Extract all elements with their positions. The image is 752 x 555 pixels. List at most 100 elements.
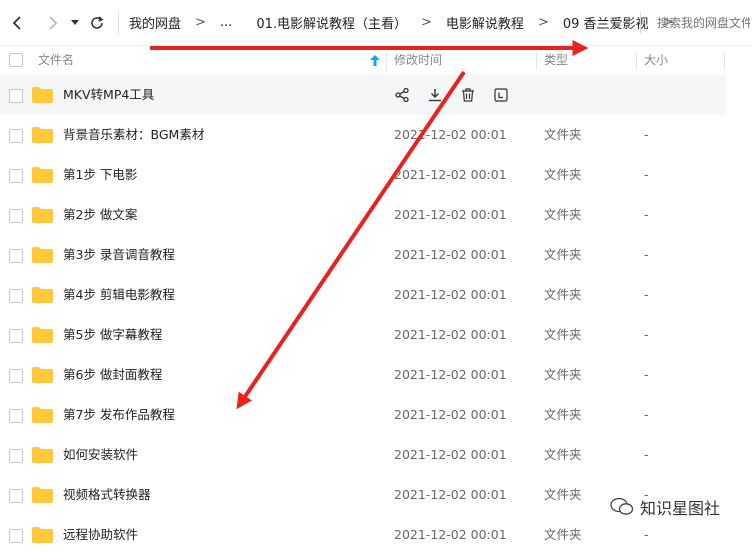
file-type: 文件夹 <box>544 447 582 462</box>
breadcrumb-separator: > <box>195 15 206 30</box>
file-row[interactable]: 第7步 发布作品教程 2021-12-02 00:01 文件夹 - <box>0 395 752 435</box>
file-row[interactable]: 第6步 做封面教程 2021-12-02 00:01 文件夹 - <box>0 355 752 395</box>
file-name[interactable]: 第2步 做文案 <box>63 195 137 235</box>
file-type: 文件夹 <box>544 327 582 342</box>
file-modified-date: 2021-12-02 00:01 <box>394 487 507 502</box>
chevron-left-icon <box>12 15 21 30</box>
file-modified-date: 2021-12-02 00:01 <box>394 127 507 142</box>
file-type: 文件夹 <box>544 167 582 182</box>
file-row[interactable]: 第2步 做文案 2021-12-02 00:01 文件夹 - <box>0 195 752 235</box>
file-size: - <box>644 167 649 182</box>
file-name[interactable]: 如何安装软件 <box>63 435 138 475</box>
share-button[interactable] <box>392 85 412 105</box>
file-row[interactable]: 第5步 做字幕教程 2021-12-02 00:01 文件夹 - <box>0 315 752 355</box>
file-name[interactable]: 第7步 发布作品教程 <box>63 395 175 435</box>
row-checkbox[interactable] <box>9 129 23 143</box>
file-type: 文件夹 <box>544 367 582 382</box>
row-checkbox[interactable] <box>9 249 23 263</box>
column-header-size[interactable]: 大小 <box>644 46 668 74</box>
trash-icon <box>462 88 474 102</box>
file-modified-date: 2021-12-02 00:01 <box>394 167 507 182</box>
folder-icon <box>32 487 53 503</box>
back-button[interactable] <box>6 12 28 34</box>
breadcrumb: 我的网盘 > ... 01.电影解说教程（主看） > 电影解说教程 > 09 香… <box>129 13 687 32</box>
file-modified-date: 2021-12-02 00:01 <box>394 367 507 382</box>
file-row[interactable]: 远程协助软件 2021-12-02 00:01 文件夹 - <box>0 515 752 555</box>
watermark-text: 知识星图社 <box>640 499 721 518</box>
breadcrumb-item[interactable]: 电影解说教程 <box>446 13 524 32</box>
file-name[interactable]: 背景音乐素材：BGM素材 <box>63 115 204 155</box>
file-row[interactable]: 第1步 下电影 2021-12-02 00:01 文件夹 - <box>0 155 752 195</box>
folder-icon <box>32 287 53 303</box>
file-size: - <box>644 407 649 422</box>
folder-icon <box>32 247 53 263</box>
forward-button[interactable] <box>42 12 64 34</box>
file-modified-date: 2021-12-02 00:01 <box>394 527 507 542</box>
file-name[interactable]: 第6步 做封面教程 <box>63 355 162 395</box>
file-name[interactable]: 第5步 做字幕教程 <box>63 315 162 355</box>
file-size: - <box>644 327 649 342</box>
file-row[interactable]: MKV转MP4工具 <box>0 75 752 115</box>
file-size: - <box>644 527 649 542</box>
file-name[interactable]: 视频格式转换器 <box>63 475 151 515</box>
file-modified-date: 2021-12-02 00:01 <box>394 327 507 342</box>
row-checkbox[interactable] <box>9 369 23 383</box>
file-size: - <box>644 207 649 222</box>
column-header-modified[interactable]: 修改时间 <box>394 46 442 74</box>
file-modified-date: 2021-12-02 00:01 <box>394 207 507 222</box>
file-row[interactable]: 如何安装软件 2021-12-02 00:01 文件夹 - <box>0 435 752 475</box>
refresh-icon <box>91 15 104 29</box>
row-checkbox[interactable] <box>9 89 23 103</box>
file-name[interactable]: 第1步 下电影 <box>63 155 137 195</box>
file-name[interactable]: 第4步 剪辑电影教程 <box>63 275 175 315</box>
file-modified-date: 2021-12-02 00:01 <box>394 247 507 262</box>
delete-button[interactable] <box>458 85 478 105</box>
sort-up-arrow-icon[interactable] <box>370 55 380 66</box>
file-name[interactable]: 远程协助软件 <box>63 515 138 555</box>
file-size: - <box>644 287 649 302</box>
history-dropdown-button[interactable] <box>68 12 82 34</box>
file-size: - <box>644 447 649 462</box>
download-button[interactable] <box>425 85 445 105</box>
more-button[interactable] <box>491 85 511 105</box>
breadcrumb-item[interactable]: 01.电影解说教程（主看） <box>256 13 407 32</box>
refresh-button[interactable] <box>86 12 108 34</box>
file-name[interactable]: 第3步 录音调音教程 <box>63 235 175 275</box>
share-icon <box>395 88 409 102</box>
file-type: 文件夹 <box>544 287 582 302</box>
row-checkbox[interactable] <box>9 289 23 303</box>
folder-icon <box>32 367 53 383</box>
row-checkbox[interactable] <box>9 409 23 423</box>
file-row[interactable]: 背景音乐素材：BGM素材 2021-12-02 00:01 文件夹 - <box>0 115 752 155</box>
file-size: - <box>644 127 649 142</box>
breadcrumb-separator: > <box>537 15 549 30</box>
row-checkbox[interactable] <box>9 169 23 183</box>
chevron-right-icon <box>49 15 58 30</box>
file-type: 文件夹 <box>544 247 582 262</box>
row-checkbox[interactable] <box>9 329 23 343</box>
download-icon <box>429 89 441 102</box>
column-header-type[interactable]: 类型 <box>544 46 568 74</box>
select-all-checkbox[interactable] <box>9 53 23 67</box>
file-size: - <box>644 367 649 382</box>
row-checkbox[interactable] <box>9 209 23 223</box>
breadcrumb-item[interactable]: ... <box>220 15 232 30</box>
breadcrumb-item-current[interactable]: 09 香兰爱影视 <box>563 13 649 32</box>
file-name[interactable]: MKV转MP4工具 <box>63 75 154 115</box>
file-modified-date: 2021-12-02 00:01 <box>394 447 507 462</box>
file-row[interactable]: 第3步 录音调音教程 2021-12-02 00:01 文件夹 - <box>0 235 752 275</box>
file-type: 文件夹 <box>544 407 582 422</box>
watermark: 知识星图社 <box>610 495 720 519</box>
column-header-name[interactable]: 文件名 <box>38 46 74 74</box>
breadcrumb-item[interactable]: 我的网盘 <box>129 13 181 32</box>
folder-icon <box>32 327 53 343</box>
file-type: 文件夹 <box>544 127 582 142</box>
column-divider <box>386 52 387 70</box>
row-actions <box>392 75 511 115</box>
row-checkbox[interactable] <box>9 489 23 503</box>
file-type: 文件夹 <box>544 527 582 542</box>
search-input[interactable] <box>640 12 752 34</box>
row-checkbox[interactable] <box>9 449 23 463</box>
file-row[interactable]: 第4步 剪辑电影教程 2021-12-02 00:01 文件夹 - <box>0 275 752 315</box>
breadcrumb-separator: > <box>421 15 432 30</box>
